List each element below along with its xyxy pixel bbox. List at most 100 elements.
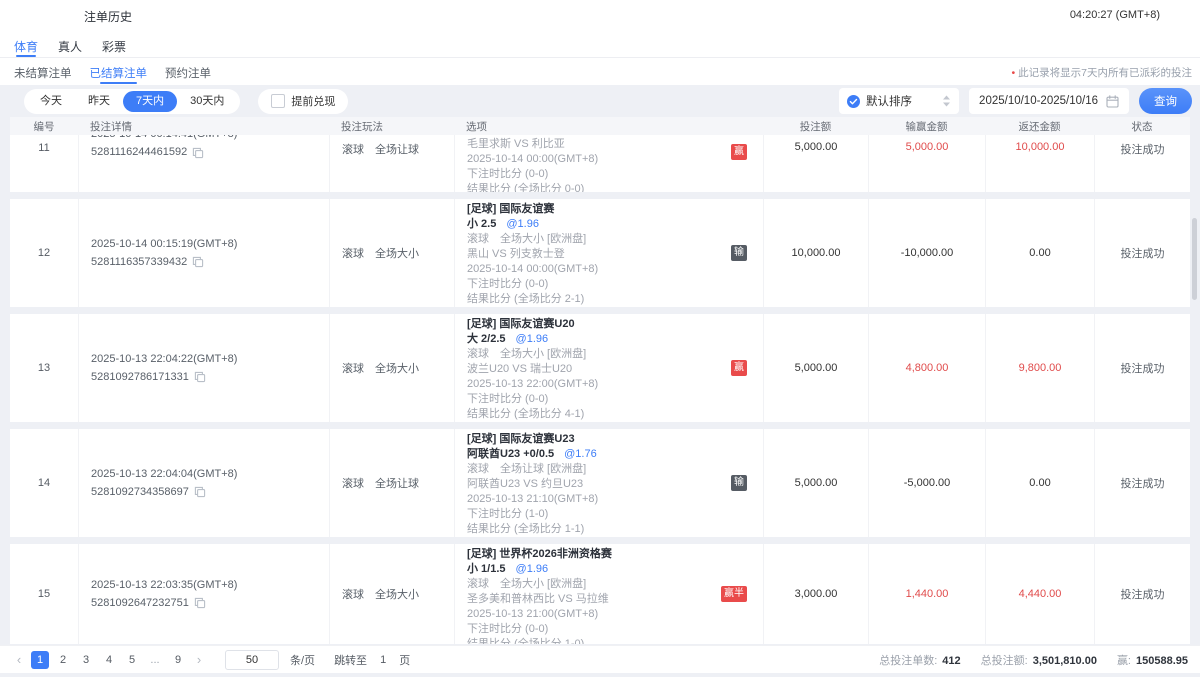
sort-select[interactable]: 默认排序 [839,88,959,114]
order-id: 5281116244461592 [91,145,187,160]
winloss-amount: 5,000.00 [906,141,949,153]
order-id: 5281092734358697 [91,485,189,500]
table-body: 11 2025-10-14 00:14:41(GMT+8) 5281116244… [10,135,1190,644]
result-badge: 输 [731,475,747,491]
footer-bar: ‹ 12345...9 › 条/页 跳转至 1 页 总投注单数:412 总投注额… [0,645,1200,673]
bet-detail: 2025-10-13 22:03:35(GMT+8) 5281092647232… [91,578,237,611]
range-30days[interactable]: 30天内 [177,91,237,112]
bet-time: 2025-10-13 22:04:04(GMT+8) [91,467,237,482]
order-id: 5281092786171331 [91,370,189,385]
bet-detail: 2025-10-13 22:04:04(GMT+8) 5281092734358… [91,467,237,500]
filter-right-controls: 默认排序 2025/10/10-2025/10/16 查询 [839,88,1192,114]
row-number: 15 [38,588,50,600]
jump-to-label: 跳转至 [334,652,367,668]
tab-lottery[interactable]: 彩票 [102,38,126,57]
option-details: [足球] 国际友谊赛小 2.5@1.96滚球 全场大小 [欧洲盘]黑山 VS 列… [467,202,763,307]
bet-play: 滚球 全场让球 [342,141,419,157]
subtab-scheduled[interactable]: 预约注单 [165,65,211,85]
option-details: [足球] 世界杯2026非洲资格赛小 1/1.5@1.96滚球 全场大小 [欧洲… [467,547,763,644]
jump-page-input[interactable]: 1 [380,654,386,666]
cashout-filter[interactable]: 提前兑现 [258,89,348,114]
total-count: 总投注单数:412 [879,652,960,668]
range-yesterday[interactable]: 昨天 [75,91,123,112]
vertical-scrollbar[interactable] [1192,218,1197,300]
result-badge: 赢 [731,360,747,376]
search-button[interactable]: 查询 [1139,88,1192,114]
table-row: 14 2025-10-13 22:04:04(GMT+8) 5281092734… [10,429,1190,537]
page-button[interactable]: 5 [123,651,141,669]
bet-play: 滚球 全场大小 [342,360,419,376]
note-bullet-icon: • [1011,67,1015,79]
col-header-no: 编号 [10,119,78,134]
refund-amount: 9,800.00 [1019,362,1062,374]
date-range-segment: 今天 昨天 7天内 30天内 [24,89,240,114]
winloss-amount: 1,440.00 [906,588,949,600]
col-header-winloss: 输赢金额 [868,119,985,134]
col-header-status: 状态 [1094,119,1190,134]
range-7days[interactable]: 7天内 [123,91,177,112]
bet-status: 投注成功 [1121,360,1165,376]
bet-amount: 10,000.00 [792,247,841,259]
per-page-label: 条/页 [290,652,315,668]
row-number: 12 [38,247,50,259]
bet-detail: 2025-10-14 00:14:41(GMT+8) 5281116244461… [91,135,237,160]
bet-status: 投注成功 [1121,245,1165,261]
option-details: [足球] 国际友谊赛U20大 2/2.5@1.96滚球 全场大小 [欧洲盘]波兰… [467,317,763,422]
cashout-checkbox[interactable] [271,94,285,108]
copy-icon[interactable] [194,597,206,609]
date-range-picker[interactable]: 2025/10/10-2025/10/16 [969,88,1129,114]
table-row: 15 2025-10-13 22:03:35(GMT+8) 5281092647… [10,544,1190,644]
bet-amount: 5,000.00 [795,362,838,374]
prev-page-icon[interactable]: ‹ [12,653,26,666]
page-title: 注单历史 [84,8,132,25]
page-button[interactable]: 4 [100,651,118,669]
bet-detail: 2025-10-13 22:04:22(GMT+8) 5281092786171… [91,352,237,385]
bet-amount: 5,000.00 [795,141,838,153]
table-row: 11 2025-10-14 00:14:41(GMT+8) 5281116244… [10,135,1190,192]
bet-time: 2025-10-13 22:04:22(GMT+8) [91,352,237,367]
page-unit-label: 页 [399,652,410,668]
copy-icon[interactable] [194,486,206,498]
subtab-unsettled[interactable]: 未结算注单 [14,65,72,85]
sorter-arrows-icon [942,95,951,107]
bet-time: 2025-10-14 00:14:41(GMT+8) [91,135,237,142]
result-badge: 赢半 [721,586,747,602]
page-button[interactable]: 1 [31,651,49,669]
tab-sports[interactable]: 体育 [14,38,38,57]
sub-tabs: 未结算注单 已结算注单 预约注单 •此记录将显示7天内所有已派彩的投注 [0,58,1200,85]
row-number: 13 [38,362,50,374]
tab-live[interactable]: 真人 [58,38,82,57]
bet-play: 滚球 全场大小 [342,245,419,261]
bet-amount: 3,000.00 [795,588,838,600]
subtab-settled[interactable]: 已结算注单 [90,65,148,85]
calendar-icon [1106,95,1119,108]
option-details: [足球] 国际友谊赛U23阿联酋U23 +0/0.5@1.76滚球 全场让球 [… [467,432,763,537]
winloss-amount: -5,000.00 [904,477,950,489]
result-badge: 输 [731,245,747,261]
page-ellipsis: ... [146,651,164,669]
option-details: 毛里求斯 VS 利比亚2025-10-14 00:00(GMT+8)下注时比分 … [467,137,763,192]
range-today[interactable]: 今天 [27,91,75,112]
refund-amount: 4,440.00 [1019,588,1062,600]
bet-time: 2025-10-13 22:03:35(GMT+8) [91,578,237,593]
next-page-icon[interactable]: › [192,653,206,666]
table-row: 13 2025-10-13 22:04:22(GMT+8) 5281092786… [10,314,1190,422]
refund-amount: 0.00 [1029,477,1050,489]
col-header-play: 投注玩法 [329,119,454,134]
page-button[interactable]: 2 [54,651,72,669]
copy-icon[interactable] [192,147,204,159]
page-numbers: 12345... 9 [31,651,187,669]
page-button[interactable]: 9 [169,651,187,669]
total-win: 赢:150588.95 [1117,652,1188,668]
refund-amount: 0.00 [1029,247,1050,259]
copy-icon[interactable] [192,256,204,268]
copy-icon[interactable] [194,371,206,383]
page-size-input[interactable] [225,650,279,670]
filter-bar: 今天 昨天 7天内 30天内 提前兑现 默认排序 2025/10/10-2025… [0,85,1200,117]
page-button[interactable]: 3 [77,651,95,669]
date-range-value: 2025/10/10-2025/10/16 [979,95,1098,107]
col-header-refund: 返还金额 [985,119,1094,134]
col-header-option: 选项 [454,119,763,134]
top-bar: 注单历史 04:20:27 (GMT+8) [0,0,1200,30]
col-header-bet: 投注额 [763,119,868,134]
